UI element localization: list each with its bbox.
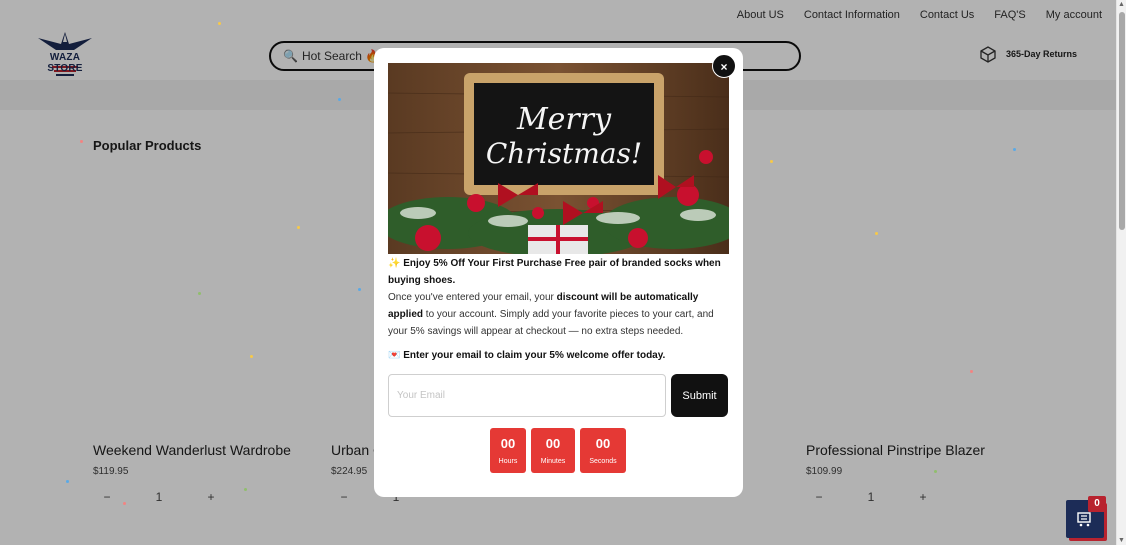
christmas-banner-image: Merry Christmas! (388, 63, 729, 254)
page-scrollbar[interactable]: ▲ ▼ (1116, 0, 1126, 545)
countdown-hours-value: 00 (500, 436, 516, 451)
promo-description: ✨ Enjoy 5% Off Your First Purchase Free … (388, 255, 728, 340)
countdown-seconds-label: Seconds (589, 458, 617, 465)
promo-headline: ✨ Enjoy 5% Off Your First Purchase Free … (388, 258, 721, 286)
countdown-seconds: 00 Seconds (580, 428, 626, 473)
scroll-thumb[interactable] (1119, 12, 1125, 230)
countdown-hours-label: Hours (498, 458, 518, 465)
countdown-minutes-label: Minutes (540, 458, 566, 465)
hero-text-line-2: Christmas! (486, 137, 642, 170)
scroll-up-arrow-icon[interactable]: ▲ (1118, 1, 1125, 8)
countdown-hours: 00 Hours (490, 428, 526, 473)
countdown-minutes: 00 Minutes (531, 428, 575, 473)
scroll-down-arrow-icon[interactable]: ▼ (1118, 537, 1125, 544)
promo-body: Once you've entered your email, your dis… (388, 292, 714, 337)
email-claim-prompt: 💌 Enter your email to claim your 5% welc… (388, 350, 666, 361)
submit-button[interactable]: Submit (671, 374, 728, 417)
countdown-seconds-value: 00 (595, 436, 611, 451)
cart-count-badge: 0 (1088, 496, 1106, 512)
countdown-minutes-value: 00 (545, 436, 561, 451)
close-modal-button[interactable]: × (712, 54, 736, 78)
email-input[interactable] (388, 374, 666, 417)
cart-icon (1077, 512, 1091, 527)
hero-text-line-1: Merry (516, 102, 612, 137)
